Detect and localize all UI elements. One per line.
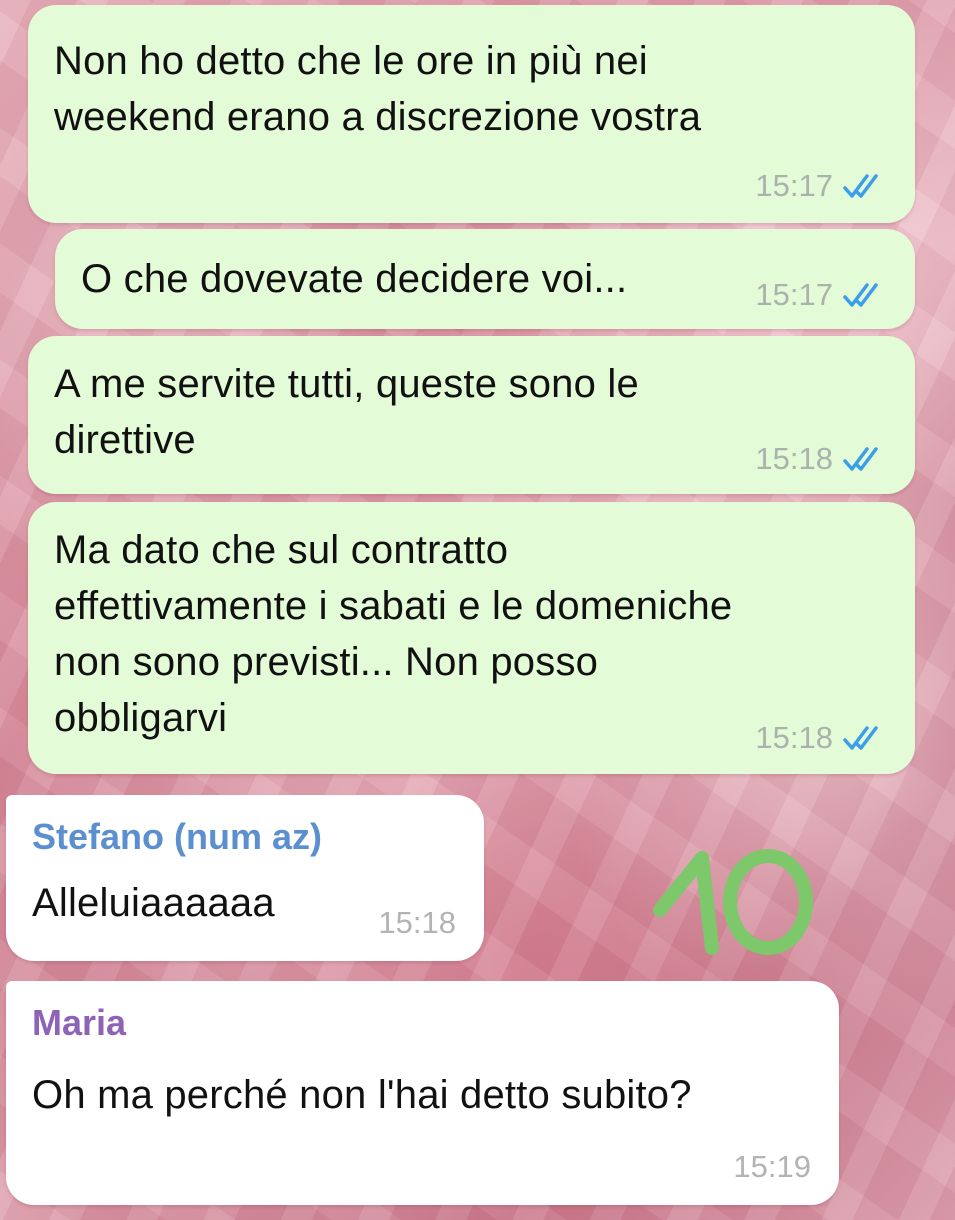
outgoing-message-bubble[interactable]: O che dovevate decidere voi... 15:17 [55,229,915,329]
incoming-message-bubble[interactable]: Stefano (num az) Alleluiaaaaaa 15:18 [6,795,484,961]
message-meta: 15:19 [733,1149,811,1185]
message-text: Non ho detto che le ore in più nei weeke… [54,39,702,139]
message-meta: 15:18 [755,720,887,756]
message-text: Ma dato che sul contratto effettivamente… [54,528,733,740]
handwritten-score-annotation [653,849,813,955]
message-time: 15:18 [378,905,456,940]
message-text: A me servite tutti, queste sono le diret… [54,362,639,462]
double-check-read-icon [843,283,878,307]
outgoing-message-bubble[interactable]: Non ho detto che le ore in più nei weeke… [28,5,915,223]
message-meta: 15:18 [755,441,887,477]
outgoing-message-bubble[interactable]: A me servite tutti, queste sono le diret… [28,336,915,494]
message-time: 15:17 [755,168,833,203]
message-meta: 15:17 [755,168,887,204]
double-check-read-icon [843,447,878,471]
message-text: O che dovevate decidere voi... [81,257,628,301]
message-time: 15:18 [755,720,833,755]
outgoing-message-bubble[interactable]: Ma dato che sul contratto effettivamente… [28,502,915,774]
message-meta: 15:17 [755,277,887,313]
double-check-read-icon [843,726,878,750]
message-time: 15:18 [755,441,833,476]
sender-name[interactable]: Stefano (num az) [32,815,322,859]
sender-name[interactable]: Maria [32,1001,126,1045]
message-text: Alleluiaaaaaa [32,881,275,925]
message-time: 15:19 [733,1149,811,1184]
message-time: 15:17 [755,277,833,312]
double-check-read-icon [843,174,878,198]
message-meta: 15:18 [378,905,456,941]
incoming-message-bubble[interactable]: Maria Oh ma perché non l'hai detto subit… [6,981,839,1205]
message-text: Oh ma perché non l'hai detto subito? [32,1073,692,1117]
